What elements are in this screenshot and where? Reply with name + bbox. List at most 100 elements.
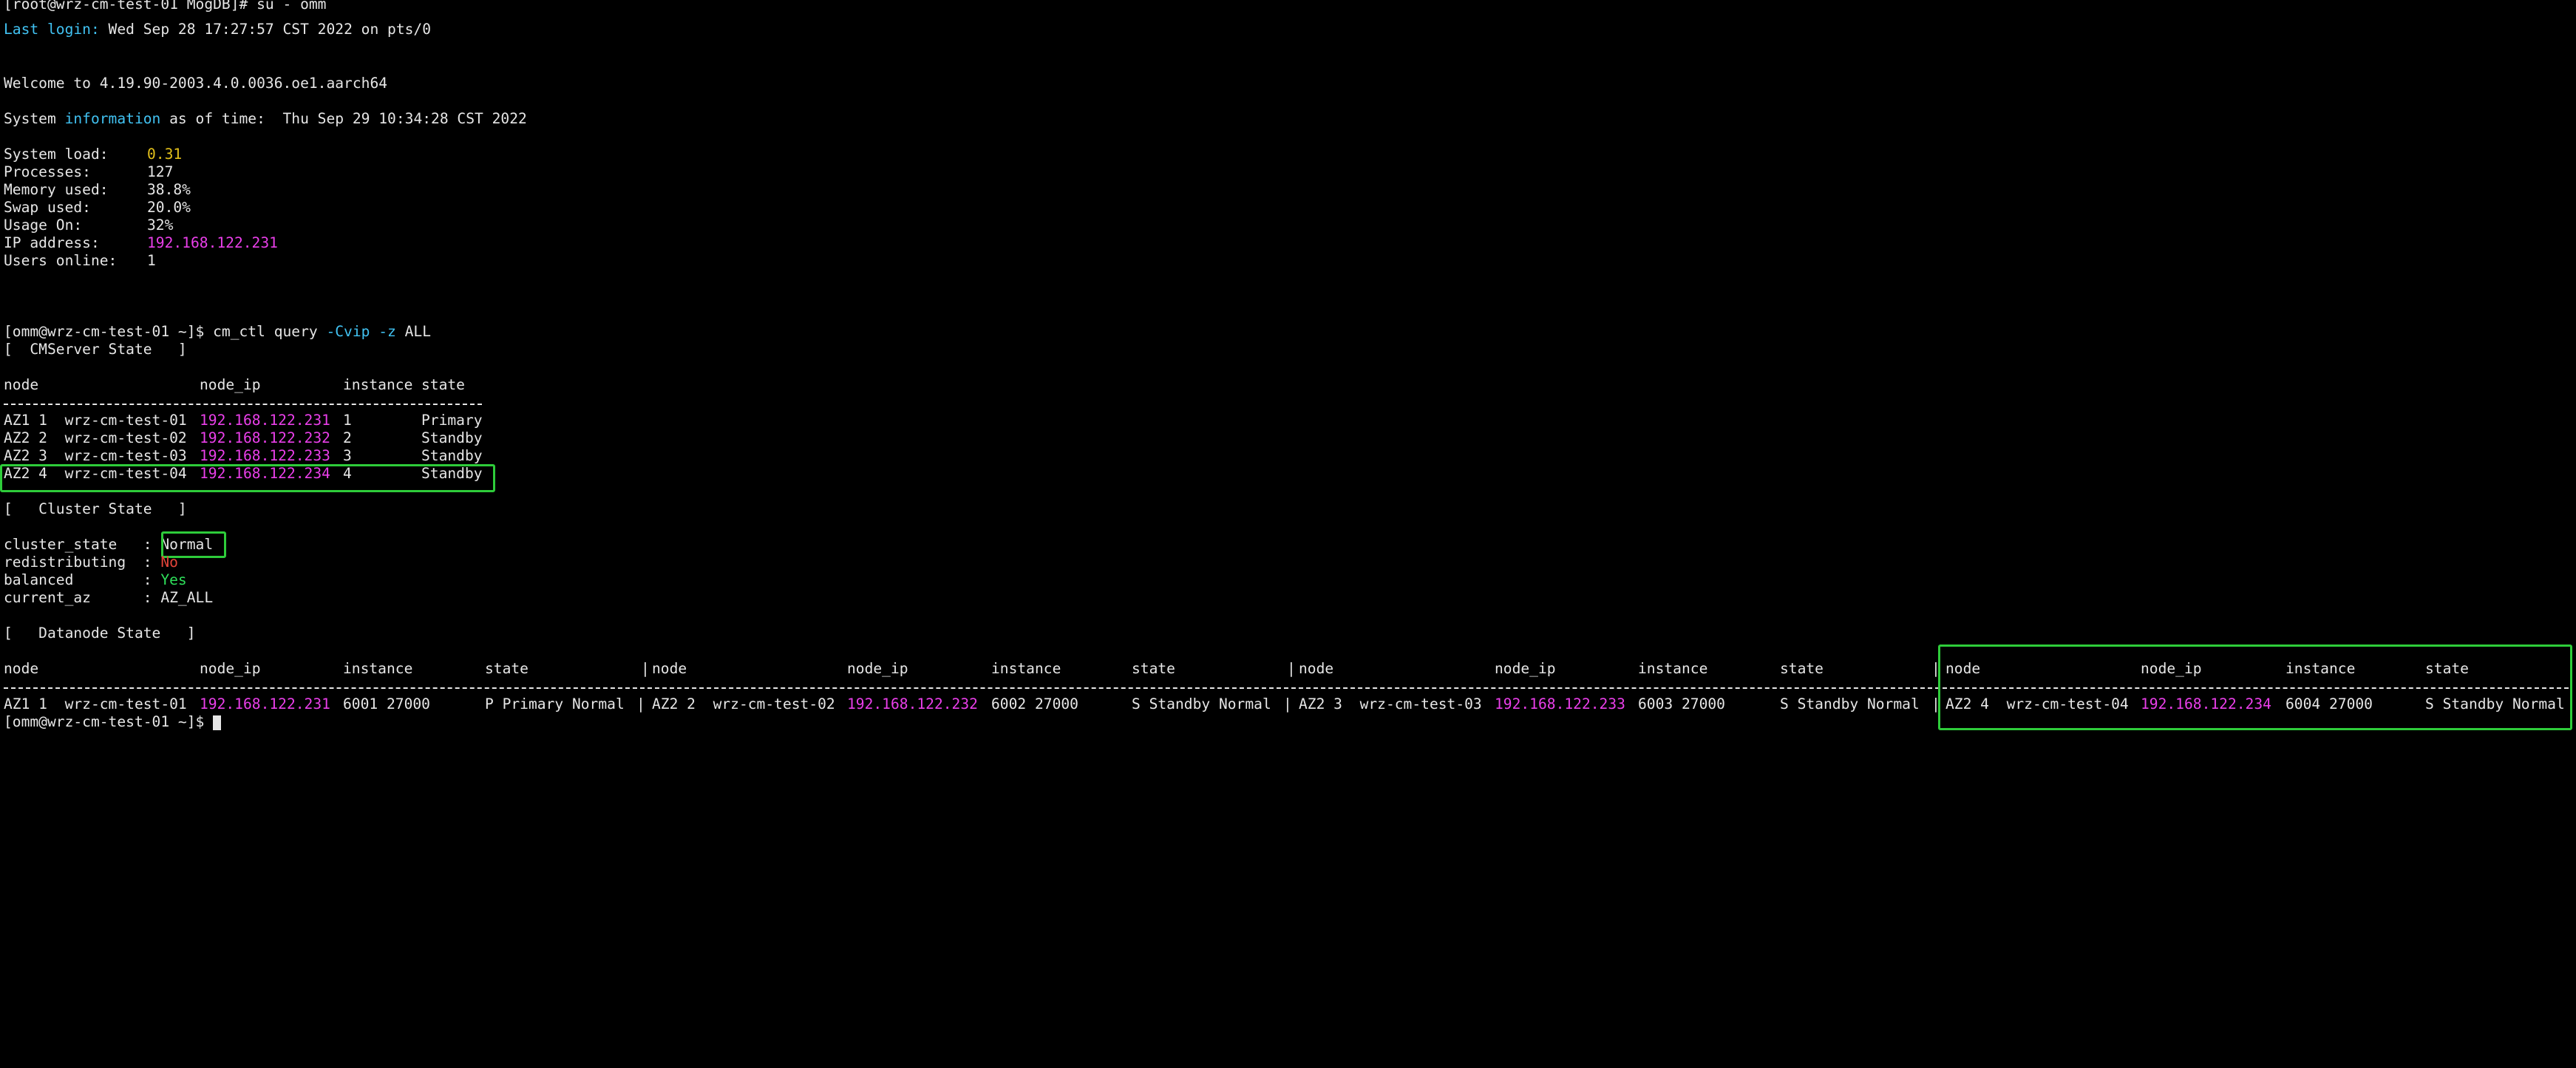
dn-row-ip: 192.168.122.233 — [1495, 695, 1625, 712]
cm-ctl-arg: ALL — [395, 323, 432, 340]
dn-col-state: state — [1132, 660, 1175, 677]
terminal-window[interactable]: [root@wrz-cm-test-01 MogDB]# su - omm La… — [0, 0, 2576, 738]
cms-row-node: AZ2 3 wrz-cm-test-03 — [4, 447, 187, 464]
redistributing-value: No — [160, 554, 178, 571]
highlight-box-dn-node4 — [1938, 644, 2572, 730]
processes-value: 127 — [147, 163, 174, 180]
highlight-box-cms-node4 — [0, 464, 495, 492]
cluster-state-label: cluster_state : — [4, 536, 161, 553]
redistributing-line: redistributing : No — [4, 554, 178, 571]
cm-ctl-command-line: [omm@wrz-cm-test-01 ~]$ cm_ctl query -Cv… — [4, 323, 431, 341]
cms-row-state: Primary — [421, 412, 483, 429]
cms-col-state: state — [421, 376, 465, 393]
welcome-text: Welcome to 4.19.90-2003.4.0.0036.oe1.aar… — [4, 75, 388, 92]
dn-row-ip: 192.168.122.231 — [200, 695, 330, 712]
system-info-prefix: System — [4, 110, 65, 127]
cluster-state-header: [ Cluster State ] — [4, 500, 187, 518]
dn-row-instance: 6001 27000 — [343, 695, 430, 712]
dn-col-node-ip: node_ip — [847, 660, 908, 677]
cms-row-state: Standby — [421, 447, 483, 464]
dn-col-state: state — [1780, 660, 1824, 677]
balanced-value: Yes — [160, 571, 187, 588]
dn-row-instance: 6003 27000 — [1638, 695, 1725, 712]
dn-col-node: node — [1299, 660, 1334, 677]
datanode-state-title: [ Datanode State ] — [4, 625, 196, 642]
current-az-label: current_az : — [4, 589, 161, 606]
dn-row-ip: 192.168.122.232 — [847, 695, 978, 712]
dn-col-node-ip: node_ip — [200, 660, 261, 677]
cms-row-ip: 192.168.122.232 — [200, 429, 330, 446]
su-command-line: [root@wrz-cm-test-01 MogDB]# su - omm — [4, 0, 326, 13]
dn-col-node: node — [4, 660, 39, 677]
cms-col-node-ip: node_ip — [200, 376, 261, 393]
cm-ctl-options: -Cvip -z — [326, 323, 396, 340]
redistributing-label: redistributing : — [4, 554, 161, 571]
current-az-line: current_az : AZ_ALL — [4, 589, 213, 607]
system-info-line: System information as of time: Thu Sep 2… — [4, 110, 527, 128]
dn-row-pipe: | — [1283, 695, 1292, 712]
processes-label: Processes: — [4, 163, 91, 180]
cmserver-state-title: [ CMServer State ] — [4, 341, 187, 358]
memory-used-label: Memory used: — [4, 181, 109, 198]
cms-row-ip: 192.168.122.231 — [200, 412, 330, 429]
dn-col-instance: instance — [343, 660, 413, 677]
system-info-keyword: information — [64, 110, 161, 127]
cms-col-node: node — [4, 376, 39, 393]
usage-on-value: 32% — [147, 217, 174, 234]
system-info-time: as of time: Thu Sep 29 10:34:28 CST 2022 — [160, 110, 527, 127]
last-login-line: Last login: Wed Sep 28 17:27:57 CST 2022… — [4, 21, 431, 38]
cm-ctl-prompt: [omm@wrz-cm-test-01 ~]$ cm_ctl query — [4, 323, 327, 340]
cmserver-row: AZ2 3 wrz-cm-test-03 192.168.122.233 3 S… — [4, 447, 483, 465]
dn-row-node: AZ1 1 wrz-cm-test-01 — [4, 695, 187, 712]
final-prompt: [omm@wrz-cm-test-01 ~]$ — [4, 713, 214, 730]
terminal-cursor — [213, 715, 222, 730]
final-prompt-line[interactable]: [omm@wrz-cm-test-01 ~]$ — [4, 713, 222, 731]
cmserver-row: AZ2 2 wrz-cm-test-02 192.168.122.232 2 S… — [4, 429, 483, 447]
dn-row-pipe: | — [636, 695, 645, 712]
cmserver-state-header: [ CMServer State ] — [4, 341, 187, 358]
cluster-state-title: [ Cluster State ] — [4, 500, 187, 517]
cms-row-instance: 2 — [343, 429, 352, 446]
cms-row-node: AZ2 2 wrz-cm-test-02 — [4, 429, 187, 446]
last-login-label: Last login: — [4, 21, 100, 38]
memory-used-value: 38.8% — [147, 181, 191, 198]
cms-row-instance: 1 — [343, 412, 352, 429]
cmserver-row: AZ1 1 wrz-cm-test-01 192.168.122.231 1 P… — [4, 412, 483, 429]
cmserver-column-headers: node node_ip instance state — [4, 376, 465, 394]
dn-row-node: AZ2 3 wrz-cm-test-03 — [1299, 695, 1482, 712]
ip-address-label: IP address: — [4, 234, 100, 251]
last-login-value: Wed Sep 28 17:27:57 CST 2022 on pts/0 — [99, 21, 432, 38]
ip-address-value: 192.168.122.231 — [147, 234, 278, 251]
users-online-label: Users online: — [4, 252, 118, 269]
balanced-line: balanced : Yes — [4, 571, 187, 589]
cmserver-separator — [4, 404, 482, 405]
dn-col-state: state — [485, 660, 529, 677]
dn-col-instance: instance — [1638, 660, 1708, 677]
dn-row-state: S Standby Normal — [1132, 695, 1271, 712]
su-command-text: [root@wrz-cm-test-01 MogDB]# su - omm — [4, 0, 327, 13]
dn-row-state: P Primary Normal — [485, 695, 625, 712]
cms-col-instance: instance — [343, 376, 413, 393]
dn-row-node: AZ2 2 wrz-cm-test-02 — [652, 695, 835, 712]
system-load-value: 0.31 — [147, 146, 183, 163]
dn-col-pipe: | — [1287, 660, 1296, 677]
usage-on-label: Usage On: — [4, 217, 83, 234]
cms-row-ip: 192.168.122.233 — [200, 447, 330, 464]
dn-row-instance: 6002 27000 — [991, 695, 1078, 712]
welcome-line: Welcome to 4.19.90-2003.4.0.0036.oe1.aar… — [4, 75, 387, 92]
balanced-label: balanced : — [4, 571, 161, 588]
system-load-label: System load: — [4, 146, 109, 163]
dn-col-instance: instance — [991, 660, 1061, 677]
datanode-state-header: [ Datanode State ] — [4, 625, 196, 642]
dn-col-node-ip: node_ip — [1495, 660, 1556, 677]
dn-col-pipe: | — [641, 660, 650, 677]
users-online-value: 1 — [147, 252, 156, 269]
cms-row-node: AZ1 1 wrz-cm-test-01 — [4, 412, 187, 429]
cms-row-state: Standby — [421, 429, 483, 446]
dn-row-state: S Standby Normal — [1780, 695, 1920, 712]
dn-col-node: node — [652, 660, 687, 677]
current-az-value: AZ_ALL — [160, 589, 214, 606]
swap-used-value: 20.0% — [147, 199, 191, 216]
swap-used-label: Swap used: — [4, 199, 91, 216]
cms-row-instance: 3 — [343, 447, 352, 464]
